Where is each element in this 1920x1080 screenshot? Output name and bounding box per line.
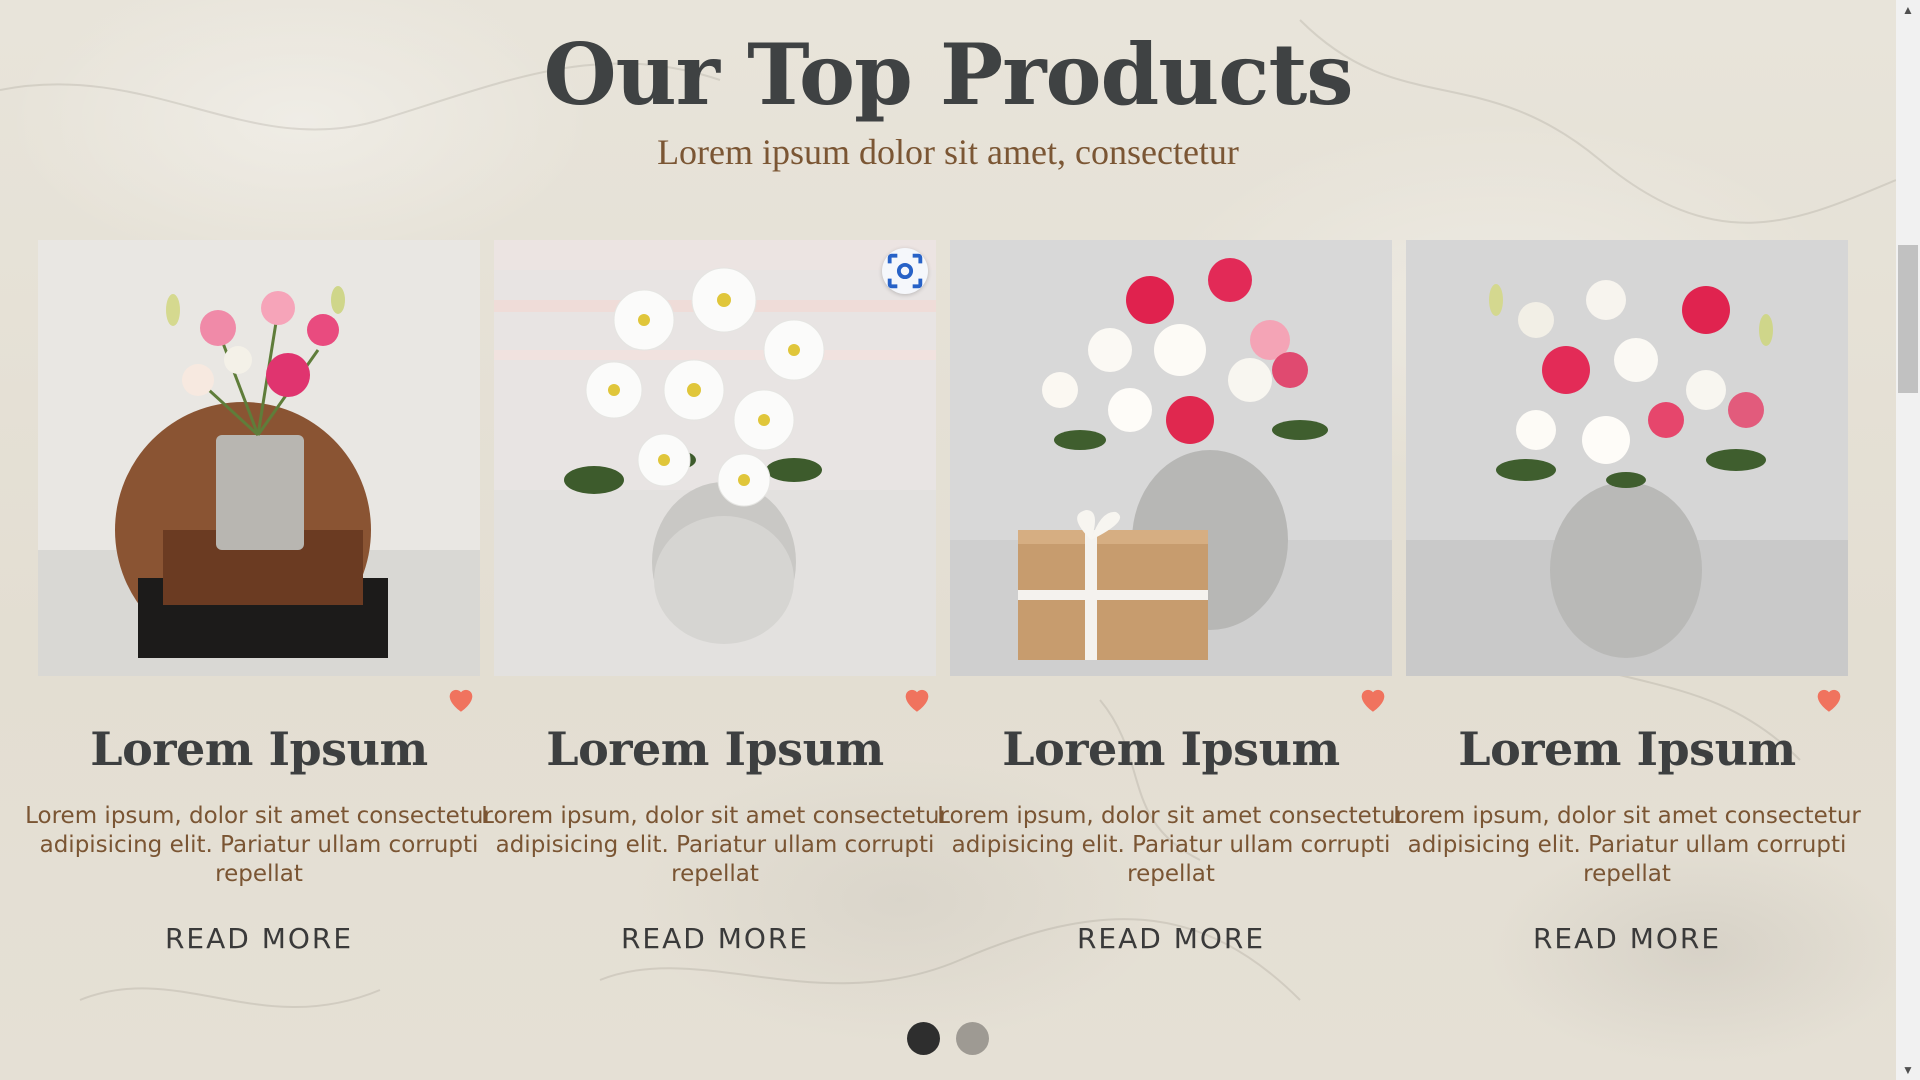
product-image[interactable] <box>950 240 1392 676</box>
product-card: Lorem Ipsum Lorem ipsum, dolor sit amet … <box>937 240 1405 970</box>
product-title: Lorem Ipsum <box>1002 722 1340 776</box>
product-description: Lorem ipsum, dolor sit amet consectetur … <box>25 803 493 887</box>
section-header: Our Top Products Lorem ipsum dolor sit a… <box>0 20 1896 174</box>
favorite-heart-icon[interactable] <box>1812 682 1846 716</box>
read-more-button[interactable]: READ MORE <box>950 922 1392 955</box>
scroll-up-arrow-icon[interactable]: ▲ <box>1896 0 1920 20</box>
product-title: Lorem Ipsum <box>546 722 884 776</box>
product-photo-1 <box>38 240 480 676</box>
carousel-pagination <box>0 1022 1896 1060</box>
product-photo-4 <box>1406 240 1848 676</box>
read-more-button[interactable]: READ MORE <box>38 922 480 955</box>
favorite-heart-icon[interactable] <box>444 682 478 716</box>
product-image[interactable] <box>494 240 936 676</box>
product-image[interactable] <box>38 240 480 676</box>
product-description: Lorem ipsum, dolor sit amet consectetur … <box>481 803 949 887</box>
product-description: Lorem ipsum, dolor sit amet consectetur … <box>1393 803 1861 887</box>
carousel-dot-2[interactable] <box>956 1022 990 1055</box>
page-title: Our Top Products <box>543 25 1353 124</box>
product-carousel: Lorem Ipsum Lorem ipsum, dolor sit amet … <box>25 240 1861 970</box>
carousel-dot-1[interactable] <box>906 1022 940 1055</box>
scroll-down-arrow-icon[interactable]: ▼ <box>1896 1060 1920 1080</box>
lens-icon <box>887 253 923 289</box>
favorite-heart-icon[interactable] <box>1356 682 1390 716</box>
product-photo-2 <box>494 240 936 676</box>
product-title: Lorem Ipsum <box>90 722 428 776</box>
favorite-heart-icon[interactable] <box>900 682 934 716</box>
product-card: Lorem Ipsum Lorem ipsum, dolor sit amet … <box>25 240 493 970</box>
product-description: Lorem ipsum, dolor sit amet consectetur … <box>937 803 1405 887</box>
visual-search-button[interactable] <box>882 248 928 294</box>
product-title: Lorem Ipsum <box>1458 722 1796 776</box>
page-subtitle: Lorem ipsum dolor sit amet, consectetur <box>657 132 1239 172</box>
product-photo-3 <box>950 240 1392 676</box>
page-scrollbar[interactable]: ▲ ▼ <box>1896 0 1920 1080</box>
read-more-button[interactable]: READ MORE <box>1406 922 1848 955</box>
product-card: Lorem Ipsum Lorem ipsum, dolor sit amet … <box>481 240 949 970</box>
scrollbar-thumb[interactable] <box>1898 245 1918 393</box>
read-more-button[interactable]: READ MORE <box>494 922 936 955</box>
product-card: Lorem Ipsum Lorem ipsum, dolor sit amet … <box>1393 240 1861 970</box>
product-image[interactable] <box>1406 240 1848 676</box>
